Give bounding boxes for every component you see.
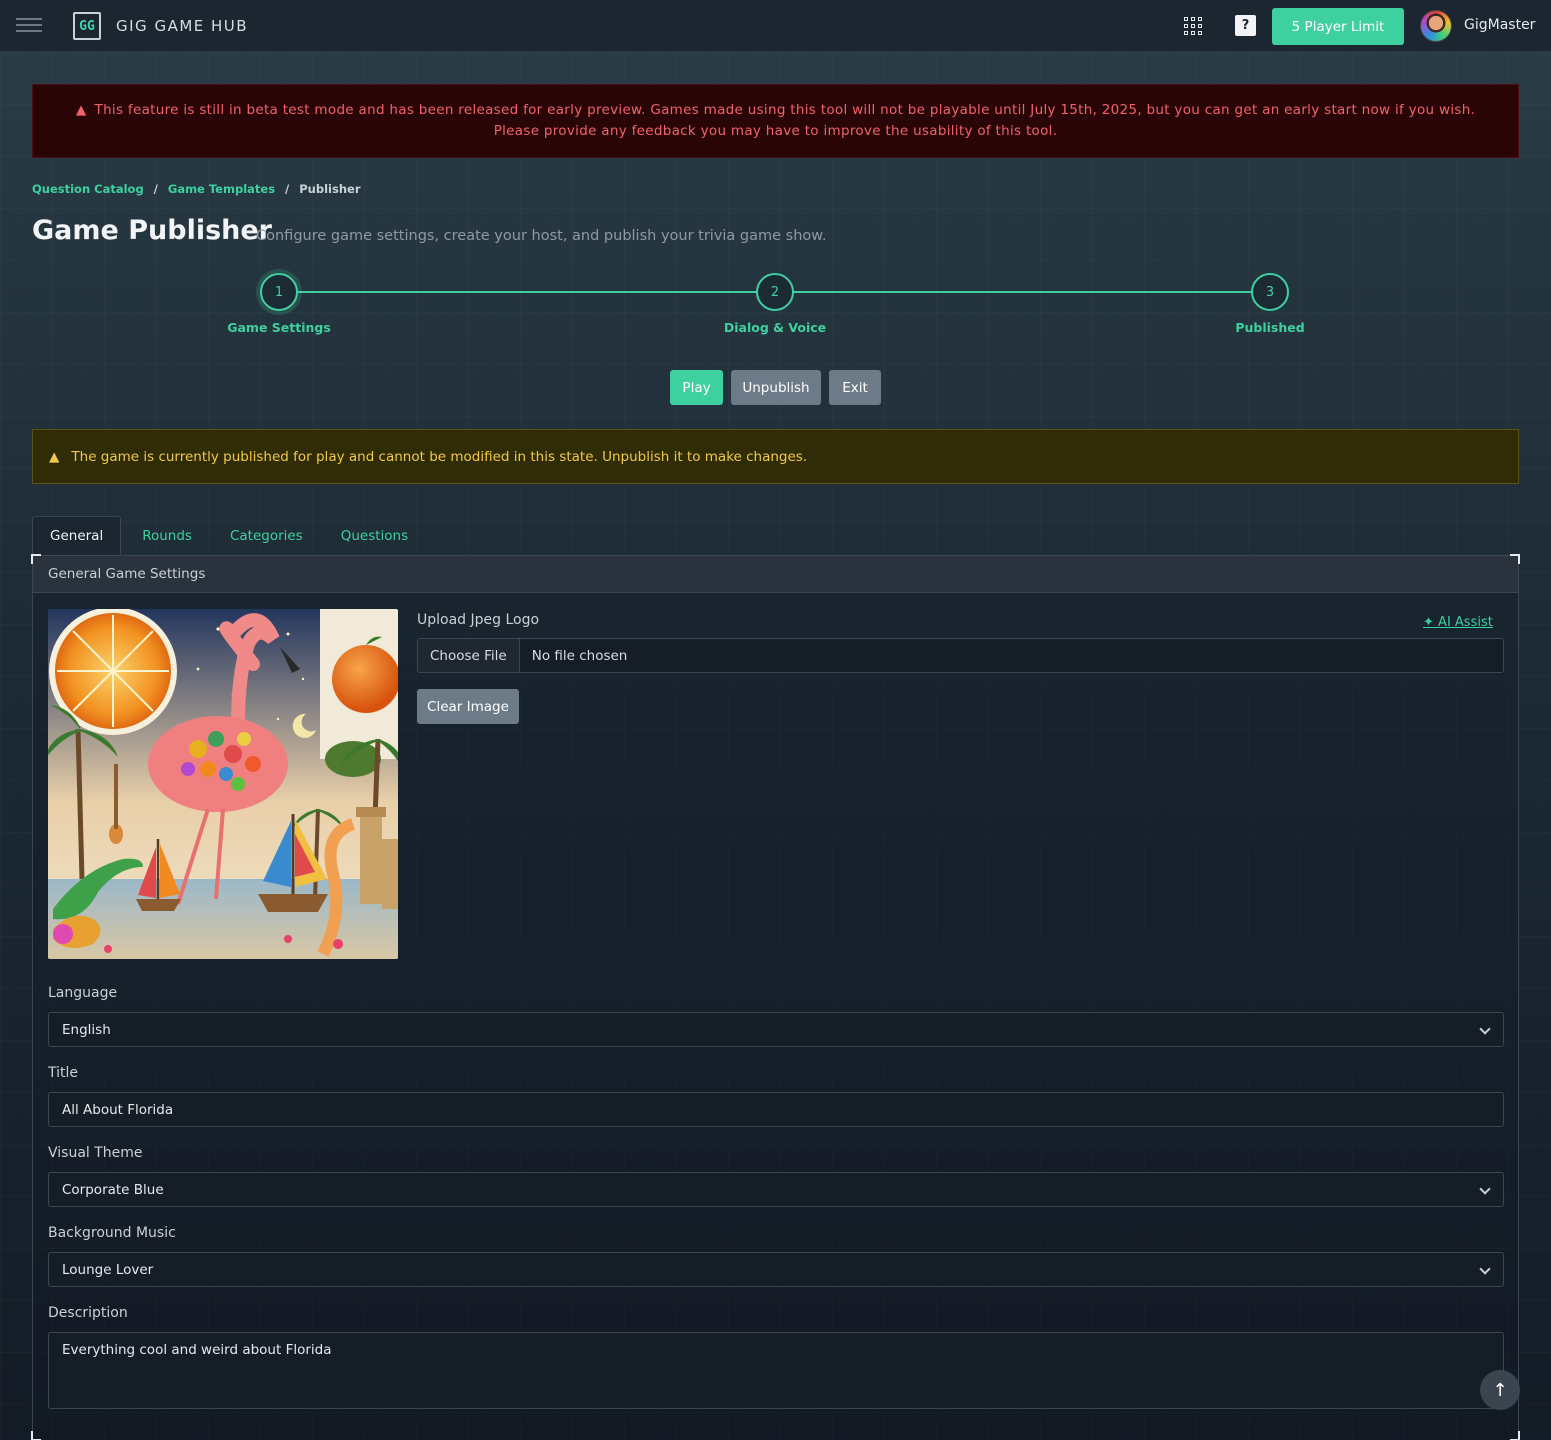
description-textarea[interactable]: Everything cool and weird about Florida bbox=[48, 1332, 1504, 1409]
description-value: Everything cool and weird about Florida bbox=[62, 1342, 332, 1358]
background-music-select[interactable]: Lounge Lover bbox=[48, 1252, 1504, 1287]
title-label: Title bbox=[48, 1065, 79, 1081]
player-limit-button[interactable]: 5 Player Limit bbox=[1272, 8, 1404, 45]
exit-button[interactable]: Exit bbox=[829, 370, 881, 405]
tab-rounds[interactable]: Rounds bbox=[125, 516, 209, 555]
panel-corner bbox=[1510, 1431, 1520, 1440]
warning-icon: ▲ bbox=[49, 448, 60, 465]
clear-image-button[interactable]: Clear Image bbox=[417, 689, 519, 724]
language-label: Language bbox=[48, 985, 118, 1001]
page-title: Game Publisher bbox=[32, 215, 272, 246]
panel-corner bbox=[31, 1431, 41, 1440]
user-name[interactable]: GigMaster bbox=[1464, 17, 1535, 33]
chevron-down-icon bbox=[1479, 1263, 1491, 1275]
apps-grid-icon[interactable] bbox=[1184, 17, 1202, 35]
language-select[interactable]: English bbox=[48, 1012, 1504, 1047]
visual-theme-label: Visual Theme bbox=[48, 1145, 143, 1161]
background-music-label: Background Music bbox=[48, 1225, 176, 1241]
tab-categories[interactable]: Categories bbox=[213, 516, 320, 555]
breadcrumb-current: Publisher bbox=[299, 182, 361, 196]
play-button[interactable]: Play bbox=[670, 370, 723, 405]
breadcrumb-separator: / bbox=[285, 182, 290, 196]
beta-alert-text-1: This feature is still in beta test mode … bbox=[94, 102, 1476, 118]
beta-alert: ▲ This feature is still in beta test mode… bbox=[32, 84, 1519, 158]
logo-file-input[interactable]: Choose File No file chosen bbox=[417, 638, 1504, 673]
step-2-circle[interactable]: 2 bbox=[756, 273, 794, 311]
breadcrumb: Question Catalog / Game Templates / Publ… bbox=[32, 182, 360, 196]
chevron-down-icon bbox=[1479, 1023, 1491, 1035]
brand-name[interactable]: GIG GAME HUB bbox=[116, 17, 248, 35]
file-status-text: No file chosen bbox=[531, 647, 628, 664]
step-3-label: Published bbox=[1235, 320, 1305, 335]
ai-assist-link[interactable]: ✦ AI Assist bbox=[1423, 615, 1493, 630]
top-navbar: GG GIG GAME HUB ? 5 Player Limit GigMast… bbox=[0, 0, 1551, 52]
upload-logo-label: Upload Jpeg Logo bbox=[417, 612, 540, 628]
chevron-down-icon bbox=[1479, 1183, 1491, 1195]
published-warning-alert: ▲ The game is currently published for pl… bbox=[32, 429, 1519, 484]
arrow-up-icon: ↑ bbox=[1492, 1379, 1508, 1401]
tab-questions[interactable]: Questions bbox=[324, 516, 425, 555]
panel-header: General Game Settings bbox=[33, 556, 1518, 593]
ai-assist-label: AI Assist bbox=[1438, 615, 1493, 630]
published-warning-text: The game is currently published for play… bbox=[71, 448, 808, 465]
visual-theme-value: Corporate Blue bbox=[62, 1181, 164, 1198]
description-label: Description bbox=[48, 1305, 128, 1321]
breadcrumb-game-templates[interactable]: Game Templates bbox=[168, 182, 275, 196]
game-logo-image bbox=[48, 609, 398, 959]
language-value: English bbox=[62, 1021, 111, 1038]
visual-theme-select[interactable]: Corporate Blue bbox=[48, 1172, 1504, 1207]
scroll-to-top-button[interactable]: ↑ bbox=[1480, 1370, 1520, 1410]
background-music-value: Lounge Lover bbox=[62, 1261, 154, 1278]
sparkle-icon: ✦ bbox=[1423, 615, 1434, 630]
breadcrumb-question-catalog[interactable]: Question Catalog bbox=[32, 182, 144, 196]
title-input[interactable]: All About Florida bbox=[48, 1092, 1504, 1127]
menu-icon[interactable] bbox=[16, 18, 42, 34]
step-3-circle[interactable]: 3 bbox=[1251, 273, 1289, 311]
help-icon[interactable]: ? bbox=[1235, 15, 1256, 36]
page-subtitle: Configure game settings, create your hos… bbox=[256, 228, 827, 244]
breadcrumb-separator: / bbox=[153, 182, 158, 196]
step-2-label: Dialog & Voice bbox=[723, 320, 827, 335]
tab-general[interactable]: General bbox=[32, 516, 122, 555]
brand-logo[interactable]: GG bbox=[73, 12, 101, 40]
step-1-label: Game Settings bbox=[227, 320, 331, 335]
title-value: All About Florida bbox=[62, 1101, 174, 1118]
settings-tabs: General Rounds Categories Questions bbox=[32, 516, 429, 555]
warning-icon: ▲ bbox=[75, 102, 87, 118]
step-1-circle[interactable]: 1 bbox=[260, 273, 298, 311]
choose-file-button[interactable]: Choose File bbox=[418, 639, 520, 672]
general-settings-panel: General Game Settings Upload Jpeg Logo ✦… bbox=[31, 554, 1520, 1440]
unpublish-button[interactable]: Unpublish bbox=[731, 370, 821, 405]
beta-alert-text-2: Please provide any feedback you may have… bbox=[493, 123, 1058, 139]
user-avatar[interactable] bbox=[1420, 10, 1452, 42]
